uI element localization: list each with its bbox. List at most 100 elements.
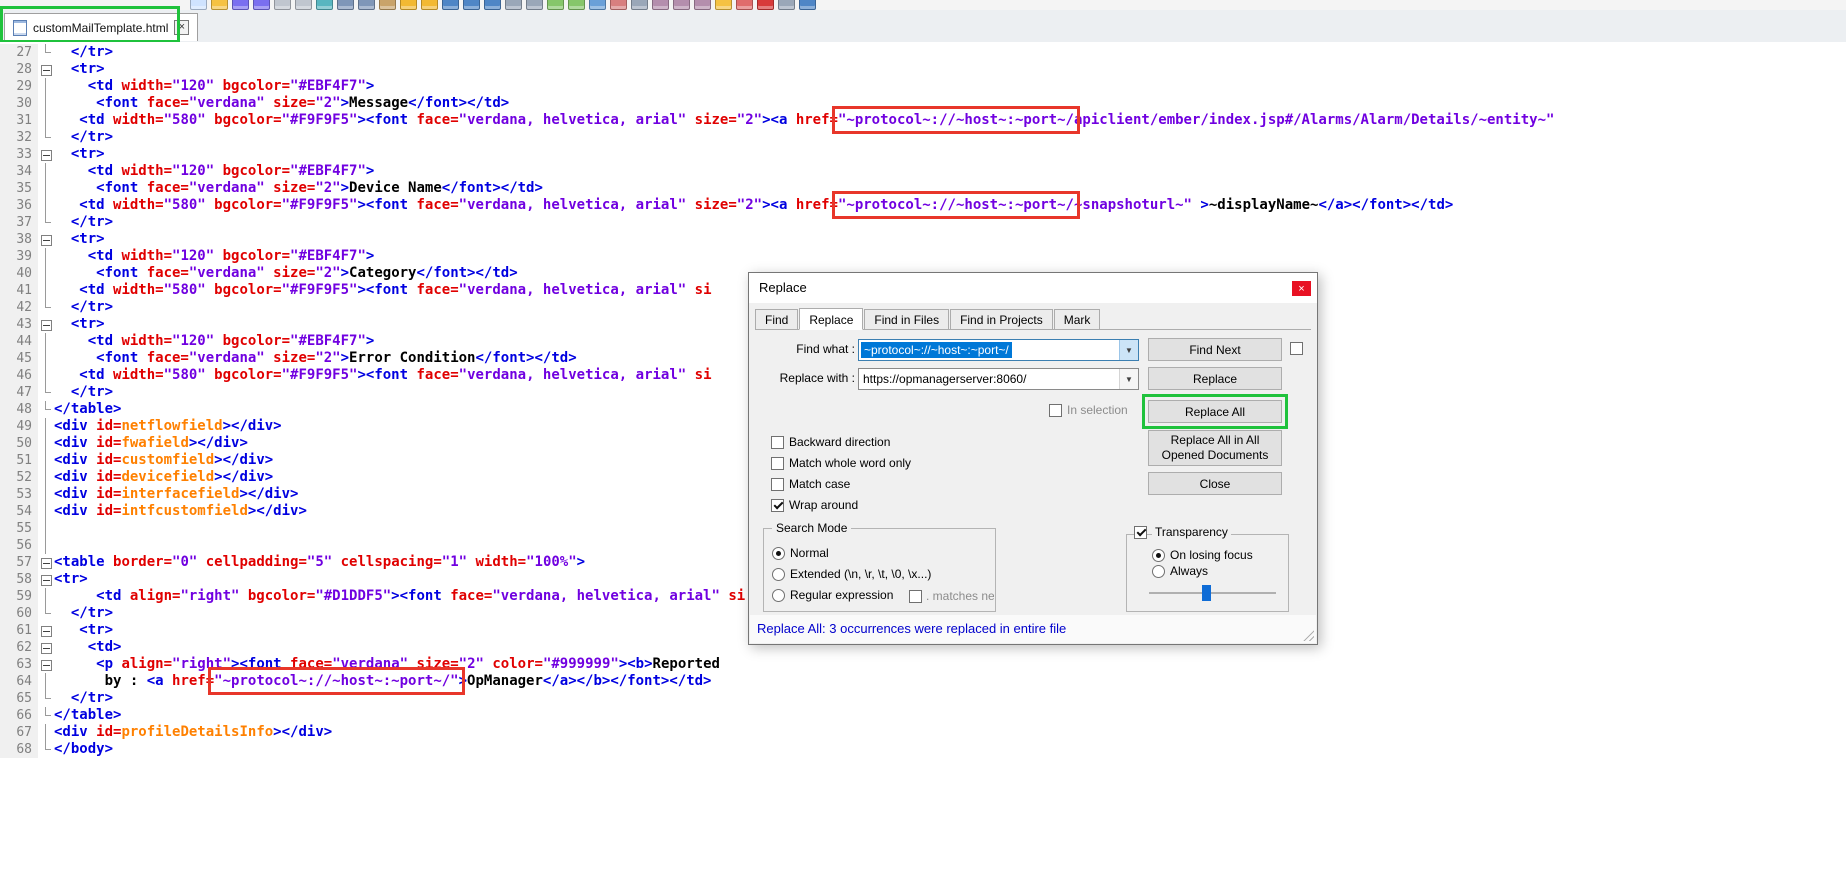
tab-replace[interactable]: Replace (799, 308, 864, 330)
line-number: 51 (0, 452, 38, 469)
code-line[interactable]: 39 <td width="120" bgcolor="#EBF4F7"> (0, 248, 1846, 265)
indent-guide-icon[interactable] (631, 0, 648, 10)
close-button[interactable]: Close (1148, 472, 1282, 495)
line-number: 65 (0, 690, 38, 707)
tab-find-in-files[interactable]: Find in Files (864, 309, 950, 329)
save-all-icon[interactable] (253, 0, 270, 10)
transparency-slider[interactable] (1149, 585, 1276, 601)
close-all-icon[interactable] (295, 0, 312, 10)
tab-find-in-projects[interactable]: Find in Projects (950, 309, 1053, 329)
on-losing-focus-radio[interactable] (1152, 549, 1165, 562)
two-button-mode-checkbox[interactable] (1290, 342, 1303, 355)
replace-icon[interactable] (484, 0, 501, 10)
code-line[interactable]: 28 <tr> (0, 61, 1846, 78)
code-line[interactable]: 66 </table> (0, 707, 1846, 724)
document-map-icon[interactable] (673, 0, 690, 10)
code-line[interactable]: 67 <div id=profileDetailsInfo></div> (0, 724, 1846, 741)
line-number: 47 (0, 384, 38, 401)
sync-vertical-icon[interactable] (547, 0, 564, 10)
fold-collapse-icon[interactable] (38, 639, 54, 656)
fold-collapse-icon[interactable] (38, 231, 54, 248)
tab-mark[interactable]: Mark (1053, 309, 1101, 329)
show-all-characters-icon[interactable] (610, 0, 627, 10)
sync-horizontal-icon[interactable] (568, 0, 585, 10)
zoom-out-icon[interactable] (526, 0, 543, 10)
code-line[interactable]: 32 </tr> (0, 129, 1846, 146)
code-line[interactable]: 31 <td width="580" bgcolor="#F9F9F5"><fo… (0, 106, 1846, 134)
close-file-icon[interactable] (274, 0, 291, 10)
fold-collapse-icon[interactable] (38, 622, 54, 639)
slider-handle[interactable] (1202, 585, 1212, 601)
new-file-icon[interactable] (190, 0, 207, 10)
replace-all-open-docs-button[interactable]: Replace All in All Opened Documents (1148, 430, 1282, 466)
search-mode-regex-radio[interactable] (772, 589, 785, 602)
redo-icon[interactable] (421, 0, 438, 10)
chevron-down-icon[interactable] (1119, 369, 1138, 389)
fold-collapse-icon[interactable] (38, 316, 54, 333)
folder-as-workspace-icon[interactable] (715, 0, 732, 10)
replace-with-combobox[interactable]: https://opmanagerserver:8060/ (858, 368, 1139, 390)
code-line[interactable]: 34 <td width="120" bgcolor="#EBF4F7"> (0, 163, 1846, 180)
transparency-checkbox[interactable] (1134, 526, 1147, 539)
find-next-button[interactable]: Find Next (1148, 338, 1282, 361)
search-mode-normal-radio[interactable] (772, 547, 785, 560)
find-in-files-icon[interactable] (463, 0, 480, 10)
playback-macro-icon[interactable] (799, 0, 816, 10)
wrap-around-checkbox[interactable] (771, 499, 784, 512)
resize-grip[interactable] (1303, 630, 1314, 641)
code-line[interactable]: 36 <td width="580" bgcolor="#F9F9F5"><fo… (0, 191, 1846, 219)
word-wrap-icon[interactable] (589, 0, 606, 10)
code-text: <tr> (54, 231, 105, 247)
fold-collapse-icon[interactable] (38, 61, 54, 78)
match-case-checkbox[interactable] (771, 478, 784, 491)
replace-all-button[interactable]: Replace All (1142, 394, 1288, 429)
code-line[interactable]: 37 </tr> (0, 214, 1846, 231)
find-what-combobox[interactable]: ~protocol~://~host~:~port~/ (858, 339, 1139, 361)
backward-direction-checkbox[interactable] (771, 436, 784, 449)
undo-icon[interactable] (400, 0, 417, 10)
paste-icon[interactable] (379, 0, 396, 10)
code-line[interactable]: 35 <font face="verdana" size="2">Device … (0, 180, 1846, 197)
copy-icon[interactable] (358, 0, 375, 10)
fold-margin (38, 299, 54, 316)
code-line[interactable]: 33 <tr> (0, 146, 1846, 163)
monitoring-icon[interactable] (736, 0, 753, 10)
close-icon[interactable] (1292, 281, 1311, 296)
code-line[interactable]: 27 </tr> (0, 44, 1846, 61)
code-line[interactable]: 64 by : <a href="~protocol~://~host~:~po… (0, 667, 1846, 695)
code-line[interactable]: 29 <td width="120" bgcolor="#EBF4F7"> (0, 78, 1846, 95)
code-line[interactable]: 63 <p align="right"><font face="verdana"… (0, 656, 1846, 673)
search-mode-regex-label: Regular expression (790, 588, 894, 602)
fold-collapse-icon[interactable] (38, 146, 54, 163)
code-line[interactable]: 68 </body> (0, 741, 1846, 758)
zoom-in-icon[interactable] (505, 0, 522, 10)
search-mode-extended-radio[interactable] (772, 568, 785, 581)
fold-collapse-icon[interactable] (38, 554, 54, 571)
code-line[interactable]: 30 <font face="verdana" size="2">Message… (0, 95, 1846, 112)
function-list-icon[interactable] (652, 0, 669, 10)
save-icon[interactable] (232, 0, 249, 10)
in-selection-checkbox[interactable] (1049, 404, 1062, 417)
always-radio[interactable] (1152, 565, 1165, 578)
dialog-titlebar[interactable]: Replace (749, 273, 1317, 303)
record-macro-icon[interactable] (757, 0, 774, 10)
document-list-icon[interactable] (694, 0, 711, 10)
stop-record-icon[interactable] (778, 0, 795, 10)
line-number: 40 (0, 265, 38, 282)
cut-icon[interactable] (337, 0, 354, 10)
replace-button[interactable]: Replace (1148, 367, 1282, 390)
fold-collapse-icon[interactable] (38, 571, 54, 588)
chevron-down-icon[interactable] (1119, 340, 1138, 360)
find-icon[interactable] (442, 0, 459, 10)
print-icon[interactable] (316, 0, 333, 10)
tab-close-icon[interactable] (174, 20, 190, 35)
fold-collapse-icon[interactable] (38, 656, 54, 673)
open-folder-icon[interactable] (211, 0, 228, 10)
matches-newline-checkbox[interactable] (909, 590, 922, 603)
tab-find[interactable]: Find (755, 309, 799, 329)
code-text: <font face="verdana" size="2">Message</f… (54, 95, 510, 111)
code-line[interactable]: 65 </tr> (0, 690, 1846, 707)
file-tab[interactable]: customMailTemplate.html (4, 13, 199, 41)
code-line[interactable]: 38 <tr> (0, 231, 1846, 248)
match-whole-word-checkbox[interactable] (771, 457, 784, 470)
